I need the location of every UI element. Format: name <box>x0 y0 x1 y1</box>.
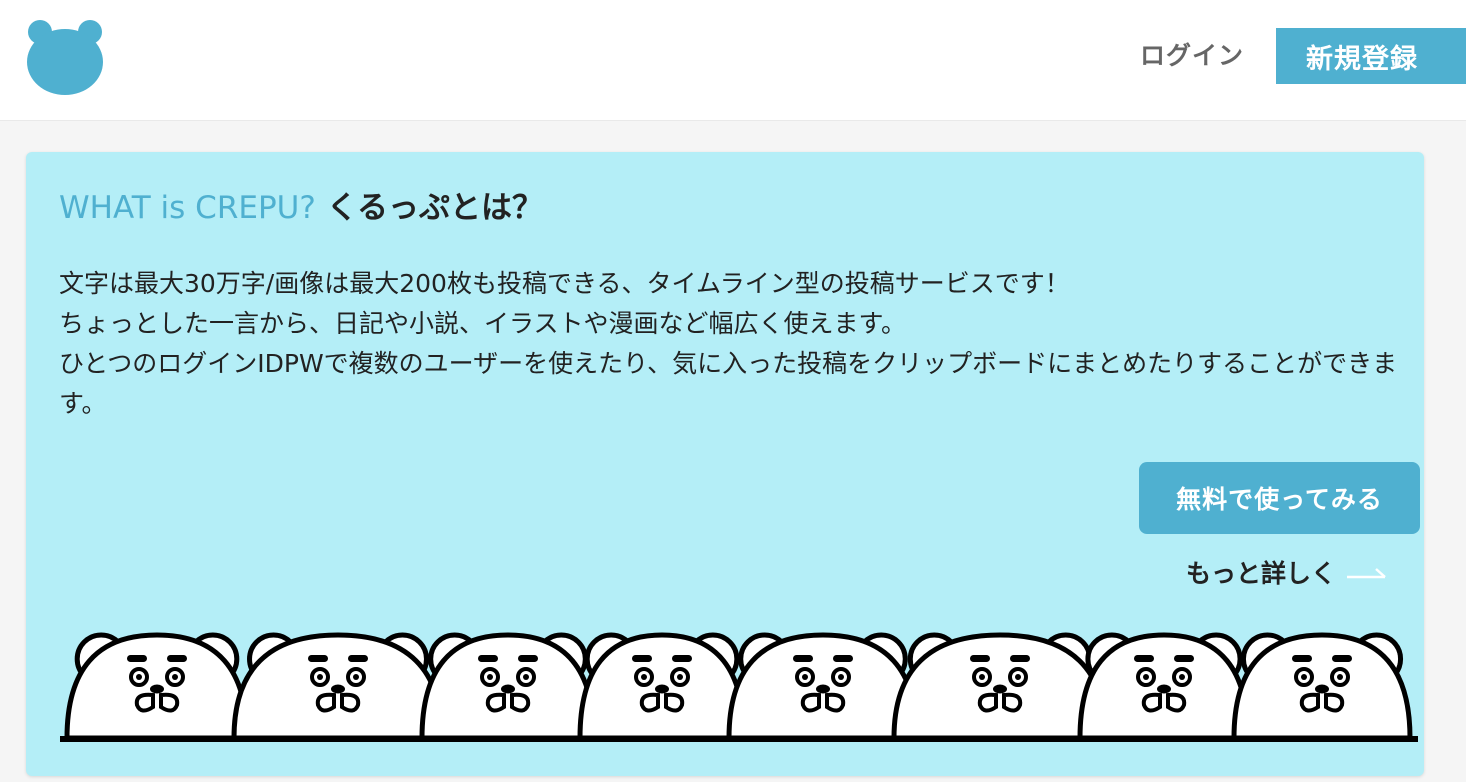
bear-face <box>891 632 1109 741</box>
register-button[interactable]: 新規登録 <box>1276 28 1466 84</box>
intro-title-jp: くるっぷとは？ <box>326 190 543 226</box>
intro-paragraph: ちょっとした一言から、日記や小説、イラストや漫画など幅広く使えます。 <box>59 309 907 338</box>
intro-title-en: WHAT is CREPU? <box>59 190 316 226</box>
bear-face <box>64 632 250 741</box>
bears-illustration <box>60 632 1418 742</box>
site-header: ログイン 新規登録 <box>0 0 1466 121</box>
try-free-button[interactable]: 無料で使ってみる <box>1139 462 1420 534</box>
bear-face <box>1077 632 1251 741</box>
arrow-right-icon <box>1347 568 1386 579</box>
intro-heading: WHAT is CREPU? くるっぷとは？ <box>59 182 543 234</box>
intro-panel: WHAT is CREPU? くるっぷとは？ 文字は最大30万字/画像は最大20… <box>26 152 1424 776</box>
bear-face <box>577 632 747 741</box>
bear-face <box>231 632 445 741</box>
bear-logo-icon[interactable] <box>24 14 108 98</box>
intro-paragraph: ひとつのログインIDPWで複数のユーザーを使えたり、気に入った投稿をクリップボー… <box>59 349 1398 418</box>
intro-description: 文字は最大30万字/画像は最大200枚も投稿できる、タイムライン型の投稿サービス… <box>59 264 1419 424</box>
login-link[interactable]: ログイン <box>1140 36 1244 76</box>
bear-face <box>1231 632 1413 741</box>
intro-paragraph: 文字は最大30万字/画像は最大200枚も投稿できる、タイムライン型の投稿サービス… <box>59 269 1070 298</box>
bear-face <box>419 632 597 741</box>
ground-line <box>60 736 1418 742</box>
bear-face <box>726 632 920 741</box>
more-details-link[interactable]: もっと詳しく <box>1186 554 1388 594</box>
more-details-label: もっと詳しく <box>1186 559 1337 588</box>
